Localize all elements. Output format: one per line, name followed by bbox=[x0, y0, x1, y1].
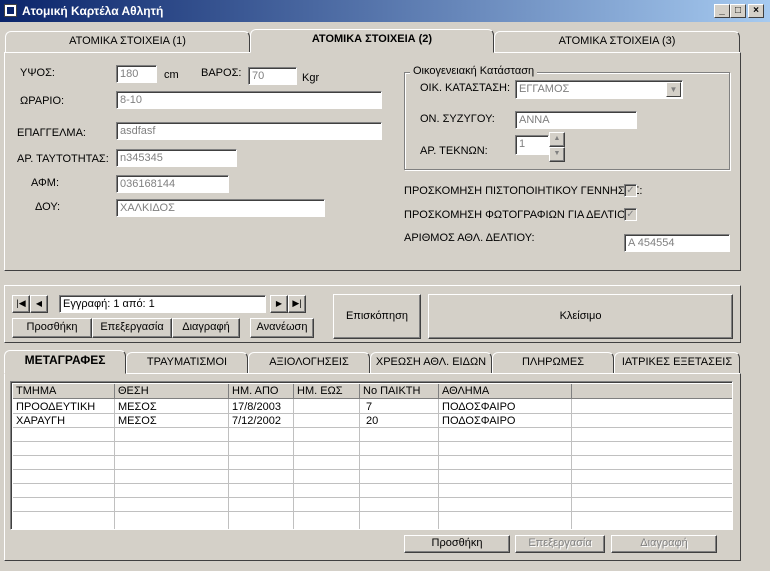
preview-button[interactable]: Επισκόπηση bbox=[333, 294, 421, 339]
table-cell[interactable]: ΜΕΣΟΣ bbox=[115, 401, 157, 414]
table-cell[interactable]: ΠΟΔΟΣΦΑΙΡΟ bbox=[439, 415, 516, 428]
birth-cert-label: ΠΡΟΣΚΟΜΗΣΗ ΠΙΣΤΟΠΟΙΗΤΙΚΟΥ ΓΕΝΝΗΣΗΣ: bbox=[404, 185, 643, 197]
tab-personal-2[interactable]: ΑΤΟΜΙΚΑ ΣΤΟΙΧΕΙΑ (2) bbox=[250, 29, 494, 53]
next-record-icon[interactable]: ▶ bbox=[270, 295, 288, 313]
children-field[interactable]: 1 bbox=[515, 135, 549, 155]
grid-delete-button[interactable]: Διαγραφή bbox=[611, 535, 717, 553]
weight-field[interactable]: 70 bbox=[248, 67, 297, 85]
table-cell[interactable]: 7/12/2002 bbox=[229, 415, 281, 428]
table-cell[interactable] bbox=[294, 401, 297, 414]
app-icon bbox=[4, 4, 17, 17]
job-label: ΕΠΑΓΓΕΛΜΑ: bbox=[17, 127, 86, 139]
card-number-label: ΑΡΙΘΜΟΣ ΑΘΛ. ΔΕΛΤΙΟΥ: bbox=[404, 232, 535, 244]
tab-payments[interactable]: ΠΛΗΡΩΜΕΣ bbox=[492, 352, 614, 374]
grid-line bbox=[13, 455, 732, 456]
window-title: Ατομική Καρτέλα Αθλητή bbox=[22, 4, 164, 18]
hours-field[interactable]: 8-10 bbox=[116, 91, 382, 109]
job-field[interactable]: asdfasf bbox=[116, 122, 382, 140]
children-label: ΑΡ. ΤΕΚΝΩΝ: bbox=[420, 145, 488, 157]
nav-add-button[interactable]: Προσθήκη bbox=[12, 318, 92, 338]
tab-medical-exams[interactable]: ΙΑΤΡΙΚΕΣ ΕΞΕΤΑΣΕΙΣ bbox=[614, 352, 740, 374]
spouse-label: ΟΝ. ΣΥΖΥΓΟΥ: bbox=[420, 113, 495, 125]
column-header[interactable]: ΤΜΗΜΑ bbox=[13, 384, 115, 399]
prev-record-icon[interactable]: ◀ bbox=[30, 295, 48, 313]
table-cell[interactable] bbox=[294, 415, 297, 428]
afm-field[interactable]: 036168144 bbox=[116, 175, 229, 193]
height-field[interactable]: 180 bbox=[116, 65, 157, 83]
spin-down-icon[interactable]: ▼ bbox=[549, 147, 565, 162]
column-header[interactable]: ΘΕΣΗ bbox=[115, 384, 229, 399]
marital-status-value: ΕΓΓΑΜΟΣ bbox=[519, 83, 570, 95]
grid-line bbox=[13, 469, 732, 470]
column-header[interactable]: ΗΜ. ΕΩΣ bbox=[294, 384, 360, 399]
minimize-button[interactable]: _ bbox=[714, 4, 730, 18]
close-button[interactable]: Κλείσιμο bbox=[428, 294, 733, 339]
marital-status-select[interactable]: ΕΓΓΑΜΟΣ ▼ bbox=[515, 80, 683, 99]
grid-line bbox=[13, 441, 732, 442]
record-counter: Εγγραφή: 1 από: 1 bbox=[59, 295, 266, 313]
spouse-field[interactable]: ΑΝΝΑ bbox=[515, 111, 637, 129]
afm-label: ΑΦΜ: bbox=[31, 177, 60, 189]
column-header[interactable]: ΑΘΛΗΜΑ bbox=[439, 384, 572, 399]
table-cell[interactable]: ΧΑΡΑΥΓΗ bbox=[13, 415, 65, 428]
grid-line bbox=[13, 483, 732, 484]
tab-injuries[interactable]: ΤΡΑΥΜΑΤΙΣΜΟΙ bbox=[126, 352, 248, 374]
column-header-filler bbox=[572, 384, 732, 399]
grid-line bbox=[13, 511, 732, 512]
maximize-button[interactable]: □ bbox=[730, 4, 746, 18]
column-header[interactable]: ΗΜ. ΑΠΟ bbox=[229, 384, 294, 399]
grid-line bbox=[571, 399, 572, 529]
first-record-icon[interactable]: |◀ bbox=[12, 295, 30, 313]
id-label: ΑΡ. ΤΑΥΤΟΤΗΤΑΣ: bbox=[17, 153, 109, 165]
height-label: ΥΨΟΣ: bbox=[20, 67, 55, 79]
chevron-down-icon[interactable]: ▼ bbox=[666, 82, 681, 97]
last-record-icon[interactable]: ▶| bbox=[288, 295, 306, 313]
table-cell[interactable]: 20 bbox=[360, 415, 378, 428]
tab-evaluations[interactable]: ΑΞΙΟΛΟΓΗΣΕΙΣ bbox=[248, 352, 370, 374]
id-field[interactable]: n345345 bbox=[116, 149, 237, 167]
spin-up-icon[interactable]: ▲ bbox=[549, 132, 565, 147]
height-unit: cm bbox=[164, 69, 179, 81]
birth-cert-checkbox[interactable]: ✓ bbox=[624, 184, 637, 197]
marital-status-label: ΟΙΚ. ΚΑΤΑΣΤΑΣΗ: bbox=[420, 82, 510, 94]
transfers-grid[interactable]: ΤΜΗΜΑ ΘΕΣΗ ΗΜ. ΑΠΟ ΗΜ. ΕΩΣ Νο ΠΑΙΚΤΗ ΑΘΛ… bbox=[10, 381, 733, 530]
grid-line bbox=[13, 497, 732, 498]
table-cell[interactable]: 7 bbox=[360, 401, 372, 414]
weight-label: ΒΑΡΟΣ: bbox=[201, 67, 242, 79]
tab-personal-1[interactable]: ΑΤΟΜΙΚΑ ΣΤΟΙΧΕΙΑ (1) bbox=[5, 31, 250, 53]
nav-edit-button[interactable]: Επεξεργασία bbox=[92, 318, 172, 338]
weight-unit: Kgr bbox=[302, 72, 320, 84]
tab-transfers[interactable]: ΜΕΤΑΓΡΑΦΕΣ bbox=[4, 350, 126, 374]
table-cell[interactable]: 17/8/2003 bbox=[229, 401, 281, 414]
doy-label: ΔΟΥ: bbox=[35, 201, 61, 213]
grid-add-button[interactable]: Προσθήκη bbox=[404, 535, 510, 553]
column-header[interactable]: Νο ΠΑΙΚΤΗ bbox=[360, 384, 439, 399]
tab-personal-3[interactable]: ΑΤΟΜΙΚΑ ΣΤΟΙΧΕΙΑ (3) bbox=[494, 31, 740, 53]
table-cell[interactable]: ΜΕΣΟΣ bbox=[115, 415, 157, 428]
table-cell[interactable]: ΠΡΟΟΔΕΥΤΙΚΗ bbox=[13, 401, 95, 414]
table-cell[interactable]: ΠΟΔΟΣΦΑΙΡΟ bbox=[439, 401, 516, 414]
grid-edit-button[interactable]: Επεξεργασία bbox=[515, 535, 605, 553]
hours-label: ΩΡΑΡΙΟ: bbox=[20, 95, 65, 107]
photos-checkbox[interactable]: ✓ bbox=[624, 208, 637, 221]
family-group-title: Οικογενειακή Κατάσταση bbox=[410, 65, 538, 77]
title-bar: Ατομική Καρτέλα Αθλητή _ □ × bbox=[0, 0, 770, 22]
close-window-button[interactable]: × bbox=[748, 4, 764, 18]
nav-delete-button[interactable]: Διαγραφή bbox=[172, 318, 240, 338]
photos-label: ΠΡΟΣΚΟΜΗΣΗ ΦΩΤΟΓΡΑΦΙΩΝ ΓΙΑ ΔΕΛΤΙΟ: bbox=[404, 209, 629, 221]
nav-refresh-button[interactable]: Ανανέωση bbox=[250, 318, 314, 338]
card-number-field[interactable]: Α 454554 bbox=[624, 234, 730, 252]
tab-equipment-charges[interactable]: ΧΡΕΩΣΗ ΑΘΛ. ΕΙΔΩΝ bbox=[370, 352, 492, 374]
doy-field[interactable]: ΧΑΛΚΙΔΟΣ bbox=[116, 199, 325, 217]
